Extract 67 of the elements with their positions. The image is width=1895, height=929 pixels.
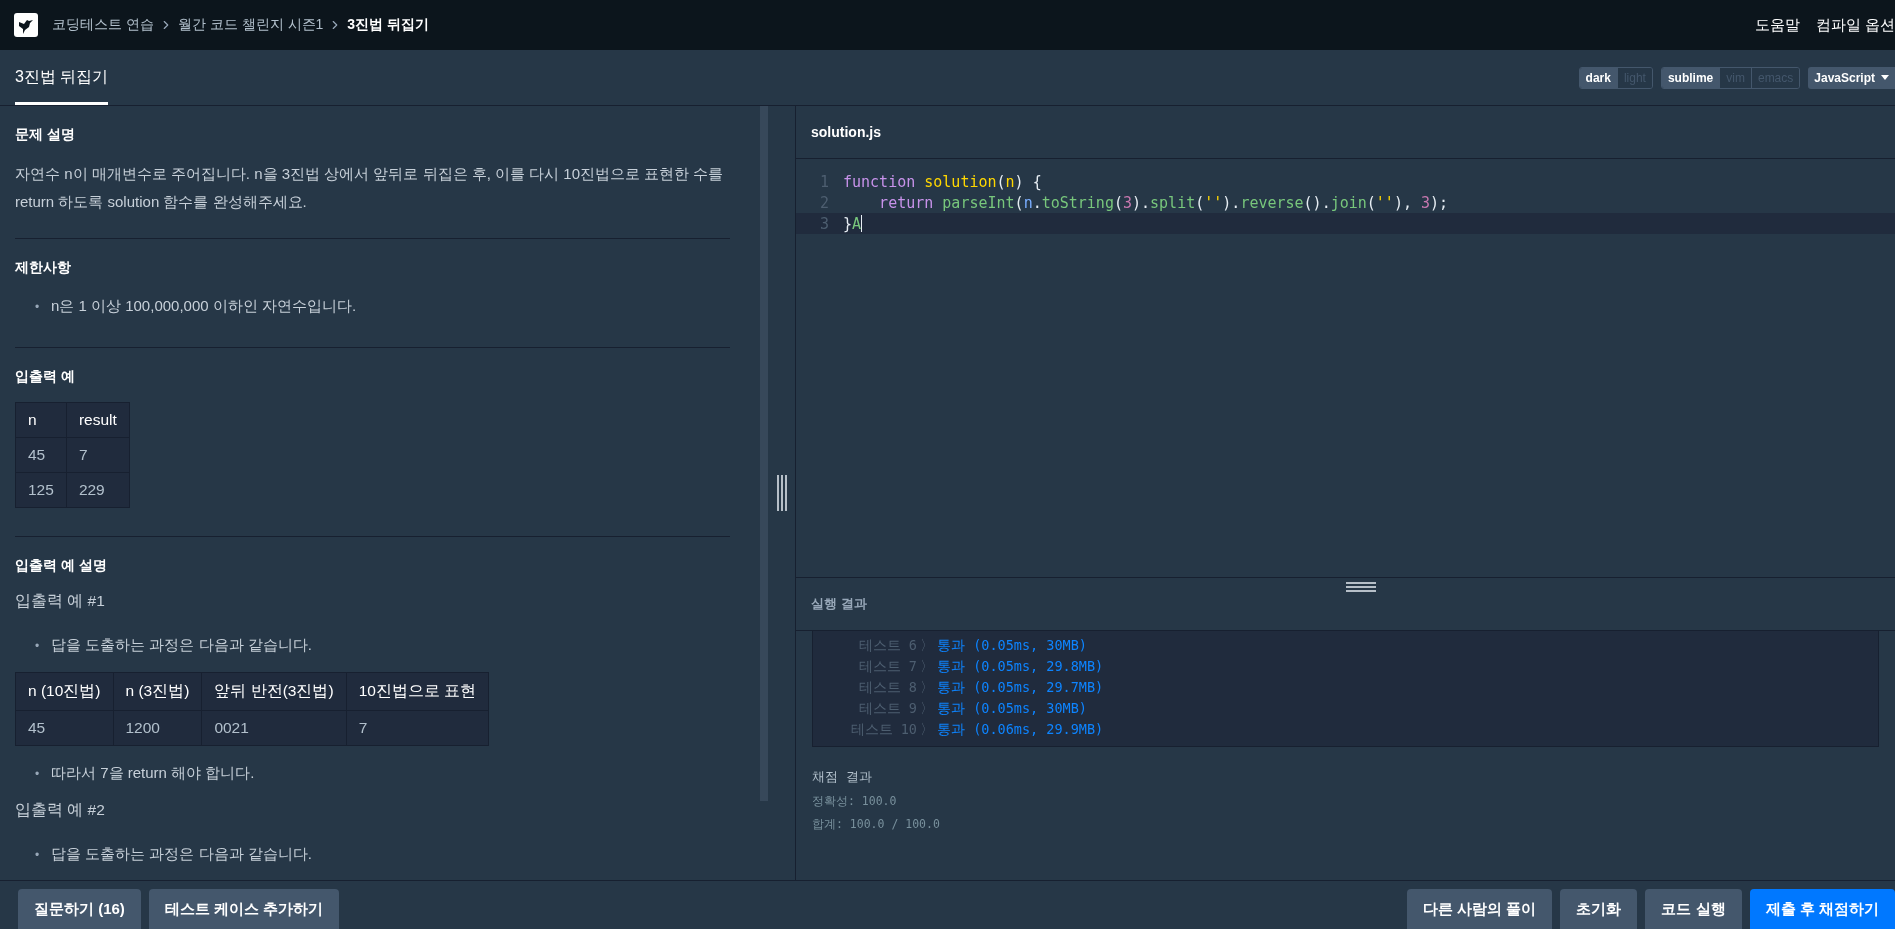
example-subheading: 입출력 예 #2 — [15, 800, 106, 820]
table-cell: 0021 — [201, 710, 347, 746]
score-line: 합계: 100.0 / 100.0 — [812, 817, 941, 832]
table-header-cell: n — [15, 402, 67, 438]
code-text: return parseInt(n.toString(3).split('').reverse().join(''), 3); — [878, 193, 1449, 212]
nav-link[interactable]: 컴파일 옵션 — [1815, 15, 1895, 35]
breadcrumb-link[interactable]: 3진법 뒤집기 — [347, 16, 430, 34]
resize-handle-icon[interactable] — [776, 475, 787, 511]
breadcrumb-link[interactable]: 코딩테스트 연습 — [52, 16, 154, 34]
table-cell: 1200 — [113, 710, 202, 746]
table-header-cell: 10진법으로 표현 — [346, 672, 489, 711]
section-heading: 제한사항 — [15, 259, 72, 277]
code-text: }A — [843, 214, 862, 233]
table-cell: 229 — [66, 472, 130, 508]
test-result: 통과 (0.06ms, 29.9MB) — [937, 720, 1105, 739]
separator-glyph: 〉 — [919, 657, 935, 676]
test-result: 통과 (0.05ms, 30MB) — [937, 636, 1088, 655]
toggle-option[interactable]: sublime — [1661, 67, 1720, 88]
bullet-text: 답을 도출하는 과정은 다음과 같습니다. — [51, 844, 312, 864]
action-button[interactable]: 질문하기 (16) — [18, 889, 141, 929]
table-cell: 125 — [15, 472, 67, 508]
bullet-text: 답을 도출하는 과정은 다음과 같습니다. — [51, 635, 312, 655]
section-heading: 입출력 예 설명 — [15, 557, 108, 575]
test-result: 통과 (0.05ms, 29.7MB) — [937, 678, 1105, 697]
language-dropdown[interactable]: JavaScript — [1808, 66, 1895, 89]
table-cell: 7 — [66, 437, 130, 473]
separator-glyph: 〉 — [919, 699, 935, 718]
example-subheading: 입출력 예 #1 — [15, 591, 106, 611]
bullet-glyph: • — [35, 767, 41, 781]
code-text: function solution(n) { — [843, 172, 1042, 191]
logo-icon[interactable] — [14, 13, 38, 37]
score-line: 정확성: 100.0 — [812, 794, 898, 809]
nav-link[interactable]: 도움말 — [1754, 15, 1800, 35]
table-header-cell: n (3진법) — [113, 672, 202, 711]
separator-glyph: 〉 — [919, 678, 935, 697]
section-heading: 입출력 예 — [15, 368, 76, 386]
action-button[interactable]: 테스트 케이스 추가하기 — [148, 889, 340, 929]
problem-tab[interactable]: 3진법 뒤집기 — [15, 53, 109, 105]
text-cursor — [861, 215, 863, 232]
table-cell: 7 — [346, 710, 489, 746]
bullet-glyph: • — [35, 300, 41, 314]
table-header-cell: n (10진법) — [15, 672, 113, 711]
results-title: 실행 결과 — [811, 595, 867, 613]
scrollbar[interactable] — [760, 106, 768, 801]
table-cell: 45 — [15, 437, 67, 473]
description-paragraph: 자연수 n이 매개변수로 주어집니다. n을 3진법 상에서 앞뒤로 뒤집은 후, 이를 다시 10진법으로 표현한 수를 return 하도록 solution 함수를 완성해주세요. — [15, 164, 725, 212]
table-header-cell: result — [66, 402, 130, 438]
bullet-glyph: • — [35, 848, 41, 862]
score-title: 채점 결과 — [812, 769, 873, 786]
table-cell: 45 — [15, 710, 113, 746]
bullet-glyph: • — [35, 639, 41, 653]
separator-glyph: 〉 — [919, 636, 935, 655]
test-result: 통과 (0.05ms, 30MB) — [937, 699, 1088, 718]
bullet-text: n은 1 이상 100,000,000 이하인 자연수입니다. — [51, 296, 357, 316]
bullet-text: 따라서 7을 return 해야 합니다. — [51, 763, 255, 783]
table-header-cell: 앞뒤 반전(3진법) — [201, 672, 347, 711]
action-button[interactable]: 코드 실행 — [1645, 889, 1742, 929]
action-button[interactable]: 초기화 — [1560, 889, 1638, 929]
breadcrumb-link[interactable]: 월간 코드 챌린지 시즌1 — [177, 16, 324, 34]
action-button[interactable]: 다른 사람의 풀이 — [1407, 889, 1553, 929]
test-result: 통과 (0.05ms, 29.8MB) — [937, 657, 1105, 676]
file-name: solution.js — [811, 124, 881, 140]
section-heading: 문제 설명 — [15, 126, 76, 144]
caret-icon — [1881, 75, 1889, 80]
toggle-option[interactable]: dark — [1579, 67, 1617, 88]
submit-button[interactable]: 제출 후 채점하기 — [1749, 889, 1895, 929]
separator-glyph: 〉 — [919, 720, 935, 739]
